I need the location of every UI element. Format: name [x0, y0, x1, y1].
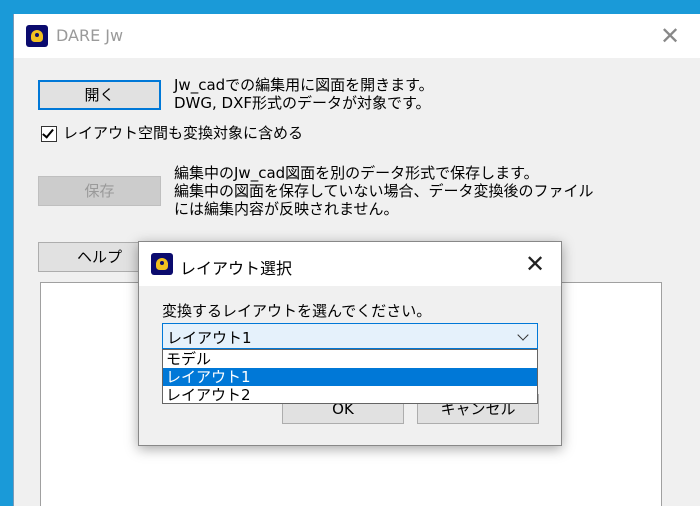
- save-description-line3: には編集内容が反映されません。: [174, 200, 399, 218]
- app-logo-icon: [26, 25, 48, 47]
- layout-combobox[interactable]: レイアウト1: [162, 323, 538, 349]
- dialog-app-logo-icon: [151, 253, 173, 275]
- layout-dropdown-list: モデル レイアウト1 レイアウト2: [162, 349, 538, 404]
- dialog-title: レイアウト選択: [180, 259, 293, 278]
- save-button[interactable]: 保存: [38, 176, 161, 206]
- open-description-line1: Jw_cadでの編集用に図面を開きます。: [174, 76, 434, 94]
- chevron-down-icon[interactable]: [517, 329, 529, 341]
- open-description-line2: DWG, DXF形式のデータが対象です。: [174, 94, 431, 112]
- dialog-titlebar: レイアウト選択 ✕: [139, 242, 561, 286]
- save-description-line1: 編集中のJw_cad図面を別のデータ形式で保存します。: [174, 164, 539, 182]
- dropdown-option-model[interactable]: モデル: [163, 350, 537, 368]
- save-description-line2: 編集中の図面を保存していない場合、データ変換後のファイル: [174, 182, 594, 200]
- dialog-close-icon[interactable]: ✕: [523, 252, 547, 276]
- main-titlebar: DARE Jw ✕: [14, 14, 700, 58]
- dropdown-option-layout1[interactable]: レイアウト1: [163, 368, 537, 386]
- layout-select-dialog: レイアウト選択 ✕ 変換するレイアウトを選んでください。 OK キャンセル レイ…: [138, 241, 562, 446]
- window-title: DARE Jw: [56, 26, 124, 45]
- combobox-value: レイアウト1: [167, 329, 252, 347]
- dropdown-option-layout2[interactable]: レイアウト2: [163, 386, 537, 404]
- layout-space-checkbox[interactable]: [41, 126, 57, 142]
- layout-space-checkbox-label[interactable]: レイアウト空間も変換対象に含める: [63, 125, 303, 142]
- main-close-icon[interactable]: ✕: [658, 24, 682, 48]
- dialog-prompt: 変換するレイアウトを選んでください。: [162, 302, 432, 320]
- checkmark-icon: [42, 126, 54, 139]
- open-button[interactable]: 開く: [38, 80, 161, 110]
